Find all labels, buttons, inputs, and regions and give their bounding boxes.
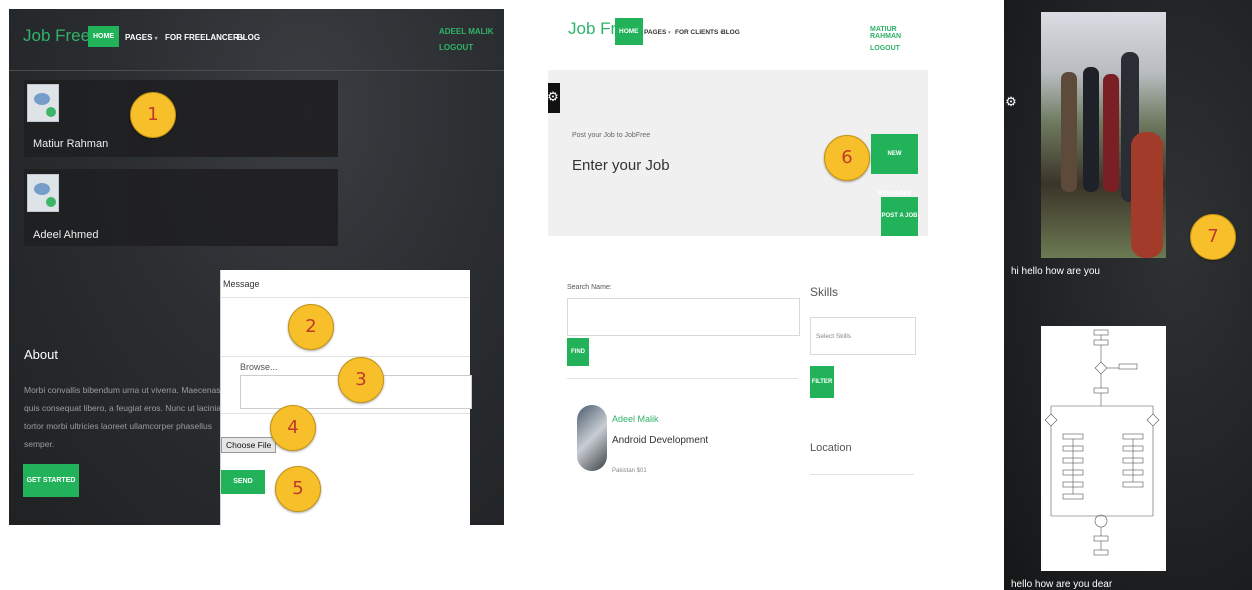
search-label: Search Name:	[567, 284, 612, 291]
nav-blog[interactable]: BLOG	[721, 29, 740, 36]
annotation-marker: 6	[824, 135, 870, 181]
brand-logo[interactable]: Job Free	[23, 26, 90, 46]
about-title: About	[24, 347, 58, 362]
flowchart-graphic	[1044, 329, 1160, 556]
post-job-button[interactable]: POST A JOB	[881, 197, 918, 236]
annotation-marker: 2	[288, 304, 334, 350]
divider	[810, 474, 914, 475]
chat-photo-image[interactable]	[1041, 12, 1166, 258]
nav-home[interactable]: HOME	[615, 18, 643, 45]
gear-icon[interactable]: ⚙	[548, 83, 560, 113]
user-name-link[interactable]: ADEEL MALIK	[439, 27, 494, 36]
choose-file-button[interactable]: Choose File	[221, 437, 277, 453]
contact-item[interactable]: Adeel Ahmed	[24, 169, 338, 246]
logout-link[interactable]: LOGOUT	[870, 45, 900, 52]
location-title: Location	[810, 442, 852, 454]
nav-pages[interactable]: PAGES ▾	[125, 33, 158, 42]
avatar	[27, 174, 59, 212]
contact-name: Matiur Rahman	[33, 138, 109, 150]
contact-item[interactable]: Matiur Rahman	[24, 80, 338, 157]
nav-home[interactable]: HOME	[88, 26, 119, 47]
result-role: Android Development	[612, 435, 709, 446]
result-meta: Pakistan $01	[612, 468, 647, 474]
skills-placeholder: Select Skills	[816, 333, 852, 340]
chat-flowchart-image[interactable]	[1041, 326, 1166, 571]
chevron-down-icon: ▾	[154, 36, 158, 42]
annotation-marker: 7	[1190, 214, 1236, 260]
message-label: Message	[223, 279, 260, 289]
contact-name: Adeel Ahmed	[33, 229, 99, 241]
skills-title: Skills	[810, 285, 839, 299]
chat-messages-panel: ⚙ hi hello how are you hello how are you…	[1004, 0, 1252, 590]
divider	[221, 413, 470, 414]
post-heading: Enter your Job	[572, 157, 670, 174]
skills-select[interactable]: Select Skills	[810, 317, 916, 355]
gear-icon[interactable]: ⚙	[1004, 88, 1018, 118]
chevron-down-icon: ▾	[668, 30, 671, 36]
new-messages-button[interactable]: NEW MESSAGES	[871, 134, 918, 197]
nav-for-freelancer[interactable]: FOR FREELANCER ▾	[165, 33, 244, 42]
annotation-marker: 4	[270, 405, 316, 451]
annotation-marker: 5	[275, 466, 321, 512]
find-button[interactable]: FIND	[567, 338, 589, 366]
filter-button[interactable]: FILTER	[810, 366, 834, 398]
client-jobs-panel: Job Free HOME PAGES ▾ FOR CLIENTS ▾ BLOG…	[548, 0, 928, 495]
person-figure	[1103, 74, 1119, 192]
message-form: Message Browse... Choose File SEND	[220, 270, 472, 526]
divider	[221, 356, 470, 357]
post-caption: Post your Job to JobFree	[572, 132, 651, 139]
browse-label: Browse...	[240, 362, 278, 372]
message-textarea[interactable]	[221, 298, 470, 356]
search-input[interactable]	[567, 298, 800, 336]
about-text: Morbi convallis bibendum urna ut viverra…	[24, 385, 222, 449]
annotation-marker: 3	[338, 357, 384, 403]
person-figure	[1131, 132, 1163, 258]
nav-blog[interactable]: BLOG	[237, 33, 260, 42]
annotation-marker: 1	[130, 92, 176, 138]
nav-divider	[9, 70, 504, 71]
divider	[567, 378, 798, 379]
avatar	[27, 84, 59, 122]
nav-for-clients[interactable]: FOR CLIENTS ▾	[675, 29, 723, 36]
user-name-link[interactable]: MATIUR RAHMAN	[870, 26, 928, 40]
get-started-button[interactable]: GET STARTED	[23, 464, 79, 497]
logout-link[interactable]: LOGOUT	[439, 43, 473, 52]
chat-message: hi hello how are you	[1011, 266, 1100, 277]
send-button[interactable]: SEND	[221, 470, 265, 494]
person-figure	[1083, 67, 1099, 192]
result-name-link[interactable]: Adeel Malik	[612, 414, 659, 424]
avatar	[577, 405, 607, 471]
person-figure	[1061, 72, 1077, 192]
nav-pages[interactable]: PAGES ▾	[644, 29, 671, 36]
chat-message: hello how are you dear	[1011, 579, 1113, 590]
